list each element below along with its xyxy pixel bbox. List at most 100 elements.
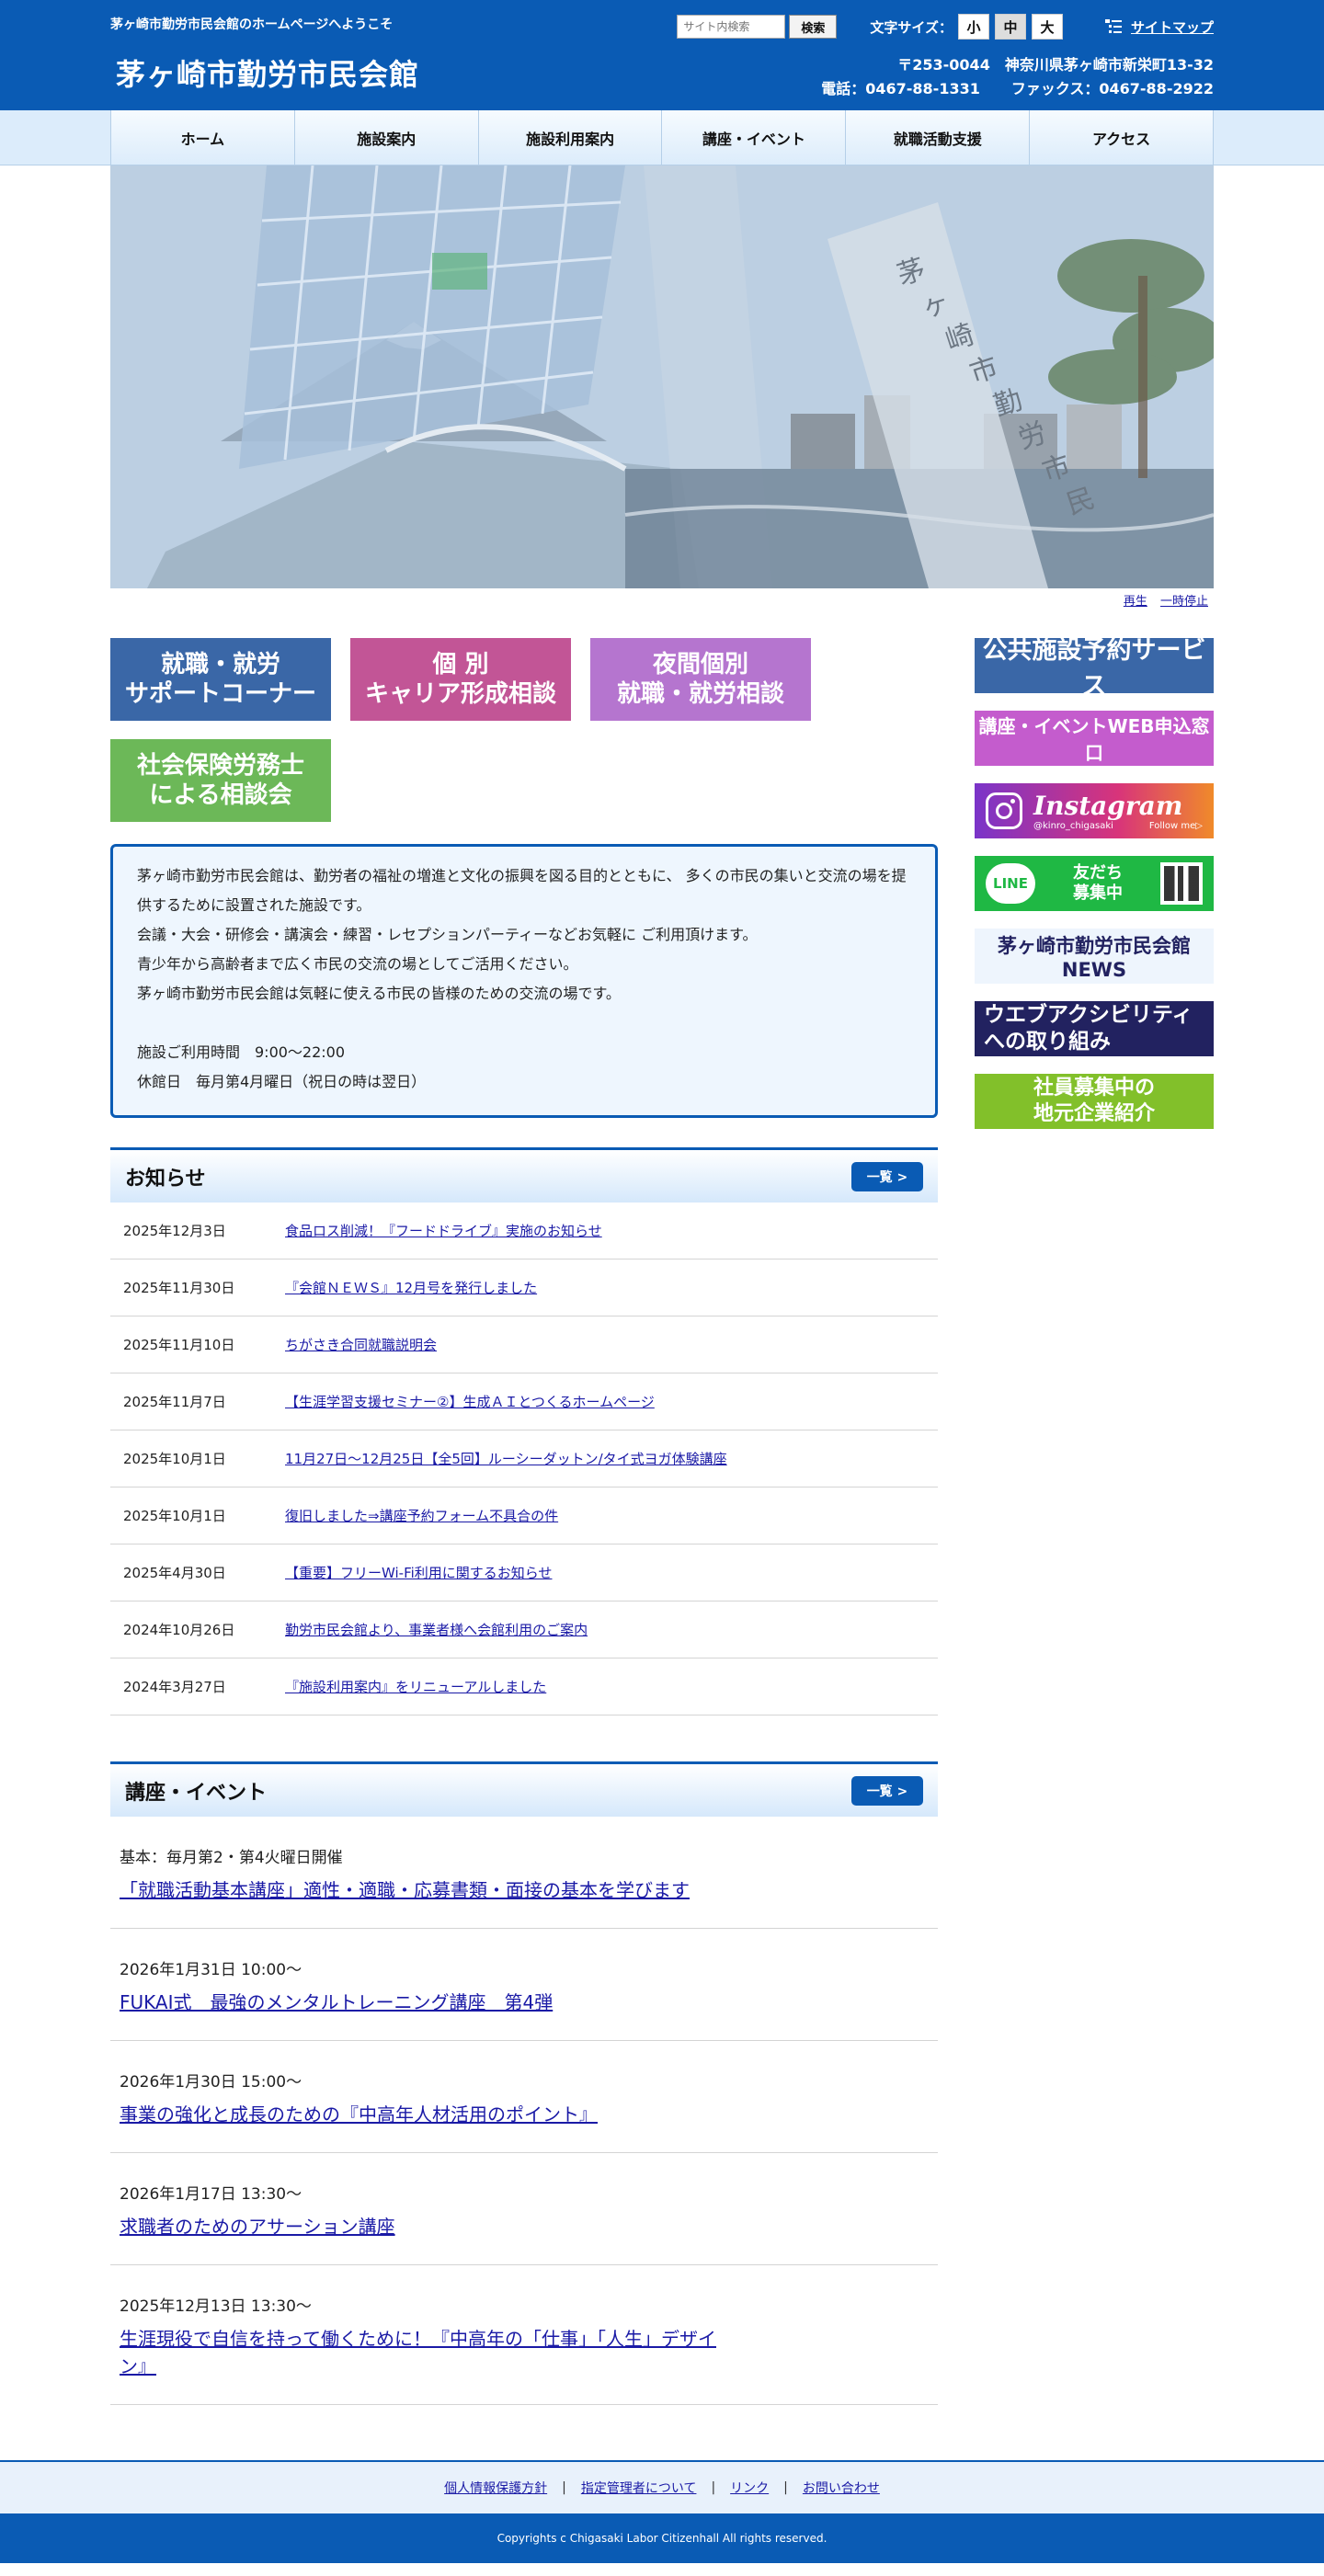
news-date: 2025年10月1日 <box>123 1508 226 1524</box>
news-link[interactable]: 【重要】フリーWi-Fi利用に関するお知らせ <box>285 1563 553 1582</box>
event-link[interactable]: 「就職活動基本講座」適性・適職・応募書類・面接の基本を学びます <box>120 1876 690 1904</box>
footer-separator: | <box>711 2480 716 2495</box>
site-header: 茅ヶ崎市勤労市民会館のホームページへようこそ 茅ヶ崎市勤労市民会館 検索 文字サ… <box>0 0 1324 110</box>
news-section: お知らせ 一覧 > 2025年12月3日 食品ロス削減！『フードドライブ』実施のお… <box>110 1147 938 1715</box>
address: 〒253-0044 神奈川県茅ヶ崎市新栄町13-32 <box>897 56 1214 74</box>
contact-info: 〒253-0044 神奈川県茅ヶ崎市新栄町13-32 電話：0467-88-13… <box>821 53 1214 101</box>
events-title: 講座・イベント <box>125 1781 268 1805</box>
instagram-icon <box>986 792 1022 829</box>
tel: 電話：0467-88-1331 <box>821 80 980 97</box>
banner-job-support-corner[interactable]: 就職・就労 サポートコーナー <box>110 638 331 721</box>
banner-night-consultation[interactable]: 夜間個別 就職・就労相談 <box>590 638 811 721</box>
nav-facility[interactable]: 施設案内 <box>294 110 479 165</box>
news-date: 2024年10月26日 <box>123 1622 235 1638</box>
news-link[interactable]: ちがさき合同就職説明会 <box>285 1335 437 1354</box>
news-title: お知らせ <box>125 1167 206 1191</box>
news-more-button[interactable]: 一覧 > <box>851 1161 923 1191</box>
news-date: 2024年3月27日 <box>123 1679 226 1695</box>
content-area: 就職・就労 サポートコーナー 個 別 キャリア形成相談 夜間個別 就職・就労相談… <box>110 636 1214 2405</box>
events-more-button[interactable]: 一覧 > <box>851 1775 923 1806</box>
event-date: 2026年1月30日 15:00～ <box>120 2073 302 2092</box>
news-item: 2025年11月7日 【生涯学習支援セミナー②】生成ＡＩとつくるホームページ <box>110 1373 938 1430</box>
line-icon: LINE <box>986 863 1035 904</box>
instagram-follow: Follow me▷ <box>1148 820 1203 831</box>
nav-usage-guide[interactable]: 施設利用案内 <box>478 110 663 165</box>
news-item: 2025年11月30日 『会館ＮＥＷＳ』12月号を発行しました <box>110 1260 938 1316</box>
news-date: 2025年10月1日 <box>123 1451 226 1467</box>
event-item: 基本：毎月第2・第4火曜日開催「就職活動基本講座」適性・適職・応募書類・面接の基… <box>110 1817 938 1929</box>
banner-line-friends[interactable]: LINE 友だち 募集中 <box>975 856 1214 911</box>
news-link[interactable]: 復旧しました⇒講座予約フォーム不具合の件 <box>285 1506 558 1525</box>
footer-link-privacy[interactable]: 個人情報保護方針 <box>444 2479 547 2497</box>
nav-job-support[interactable]: 就職活動支援 <box>846 110 1031 165</box>
line-friends-text: 友だち 募集中 <box>1073 863 1123 903</box>
news-item: 2025年10月1日 復旧しました⇒講座予約フォーム不具合の件 <box>110 1487 938 1544</box>
event-item: 2025年12月13日 13:30～ 生涯現役で自信を持って働くために！『中高年の… <box>110 2265 938 2405</box>
news-link[interactable]: 『施設利用案内』をリニューアルしました <box>285 1677 546 1696</box>
news-date: 2025年11月10日 <box>123 1337 235 1353</box>
news-item: 2024年10月26日 勤労市民会館より、事業者様へ会館利用のご案内 <box>110 1601 938 1658</box>
news-link[interactable]: 【生涯学習支援セミナー②】生成ＡＩとつくるホームページ <box>285 1392 655 1411</box>
news-item: 2025年11月10日 ちがさき合同就職説明会 <box>110 1316 938 1373</box>
slideshow-controls: 再生 一時停止 <box>110 588 1214 618</box>
footer-link-manager[interactable]: 指定管理者について <box>581 2479 697 2497</box>
banner-career-consultation[interactable]: 個 別 キャリア形成相談 <box>350 638 571 721</box>
nav-events[interactable]: 講座・イベント <box>662 110 847 165</box>
event-link[interactable]: 事業の強化と成長のための『中高年人材活用のポイント』 <box>120 2101 598 2128</box>
banner-web-accessibility[interactable]: ウエブアクシビリティ への取り組み <box>975 1001 1214 1056</box>
hero-slideshow: 茅ヶ崎市勤労市民 <box>110 165 1214 588</box>
nav-access[interactable]: アクセス <box>1030 110 1214 165</box>
news-link[interactable]: 食品ロス削減！『フードドライブ』実施のお知らせ <box>285 1221 602 1240</box>
global-nav: ホーム 施設案内 施設利用案内 講座・イベント 就職活動支援 アクセス <box>0 110 1324 165</box>
consultation-banners: 就職・就労 サポートコーナー 個 別 キャリア形成相談 夜間個別 就職・就労相談… <box>110 638 938 822</box>
nav-home[interactable]: ホーム <box>111 110 295 165</box>
font-size-large-button[interactable]: 大 <box>1031 14 1063 40</box>
opening-hours: 施設ご利用時間 9:00～22:00 <box>137 1043 346 1061</box>
news-date: 2025年11月30日 <box>123 1280 235 1296</box>
news-header: お知らせ 一覧 > <box>110 1147 938 1203</box>
footer-link-contact[interactable]: お問い合わせ <box>803 2479 880 2497</box>
event-date: 基本：毎月第2・第4火曜日開催 <box>120 1849 343 1867</box>
news-link[interactable]: 11月27日～12月25日【全5回】ルーシーダットン/タイ式ヨガ体験講座 <box>285 1449 727 1468</box>
news-link[interactable]: 勤労市民会館より、事業者様へ会館利用のご案内 <box>285 1620 588 1639</box>
slideshow-play-button[interactable]: 再生 <box>1124 595 1147 609</box>
event-item: 2026年1月30日 15:00～ 事業の強化と成長のための『中高年人材活用のポイ… <box>110 2041 938 2153</box>
intro-box: 茅ヶ崎市勤労市民会館は、勤労者の福祉の増進と文化の振興を図る目的とともに、 多く… <box>110 844 938 1118</box>
news-item: 2025年12月3日 食品ロス削減！『フードドライブ』実施のお知らせ <box>110 1203 938 1260</box>
hero-image: 茅ヶ崎市勤労市民 <box>110 165 1214 588</box>
closed-days: 休館日 毎月第4月曜日（祝日の時は翌日） <box>137 1073 427 1090</box>
slideshow-pause-button[interactable]: 一時停止 <box>1160 595 1208 609</box>
footer-separator: | <box>783 2480 788 2495</box>
sidebar: 公共施設予約サービス 講座・イベントWEB申込窓口 Instagram @kin… <box>975 636 1214 2405</box>
banner-facility-reservation[interactable]: 公共施設予約サービス <box>975 636 1214 701</box>
news-date: 2025年12月3日 <box>123 1223 226 1239</box>
search-button[interactable]: 検索 <box>789 15 838 39</box>
event-link[interactable]: 生涯現役で自信を持って働くために！『中高年の「仕事」「人生」デザイン』 <box>120 2325 726 2380</box>
banner-local-recruit[interactable]: 社員募集中の 地元企業紹介 <box>975 1074 1214 1129</box>
footer-separator: | <box>562 2480 566 2495</box>
event-link[interactable]: FUKAI式 最強のメンタルトレーニング講座 第4弾 <box>120 1989 553 2016</box>
footer-link-links[interactable]: リンク <box>730 2479 769 2497</box>
font-size-small-button[interactable]: 小 <box>957 14 989 40</box>
event-date: 2025年12月13日 13:30～ <box>120 2297 312 2316</box>
sitemap-link[interactable]: サイトマップ <box>1131 17 1214 37</box>
news-item: 2025年4月30日 【重要】フリーWi-Fi利用に関するお知らせ <box>110 1544 938 1601</box>
search-input[interactable] <box>677 15 786 39</box>
instagram-wordmark: Instagram <box>1033 790 1183 821</box>
site-logo[interactable]: 茅ヶ崎市勤労市民会館 <box>116 51 419 94</box>
event-date: 2026年1月31日 10:00～ <box>120 1961 302 1979</box>
intro-text: 茅ヶ崎市勤労市民会館は、勤労者の福祉の増進と文化の振興を図る目的とともに、 多く… <box>137 867 907 1002</box>
banner-hall-news[interactable]: 茅ヶ崎市勤労市民会館NEWS <box>975 929 1214 984</box>
font-size-medium-button[interactable]: 中 <box>994 14 1026 40</box>
welcome-message: 茅ヶ崎市勤労市民会館のホームページへようこそ <box>110 17 394 32</box>
event-link[interactable]: 求職者のためのアサーション講座 <box>120 2213 395 2240</box>
news-date: 2025年11月7日 <box>123 1394 226 1410</box>
footer-links: 個人情報保護方針 | 指定管理者について | リンク | お問い合わせ <box>0 2460 1324 2513</box>
banner-labor-consultant[interactable]: 社会保険労務士 による相談会 <box>110 739 331 822</box>
news-link[interactable]: 『会館ＮＥＷＳ』12月号を発行しました <box>285 1278 537 1297</box>
sitemap-icon <box>1104 19 1122 33</box>
event-item: 2026年1月31日 10:00～ FUKAI式 最強のメンタルトレーニング講座 … <box>110 1929 938 2041</box>
qr-code-icon <box>1160 862 1203 905</box>
banner-web-application[interactable]: 講座・イベントWEB申込窓口 <box>975 711 1214 766</box>
banner-instagram[interactable]: Instagram @kinro_chigasaki Follow me▷ <box>975 783 1214 838</box>
